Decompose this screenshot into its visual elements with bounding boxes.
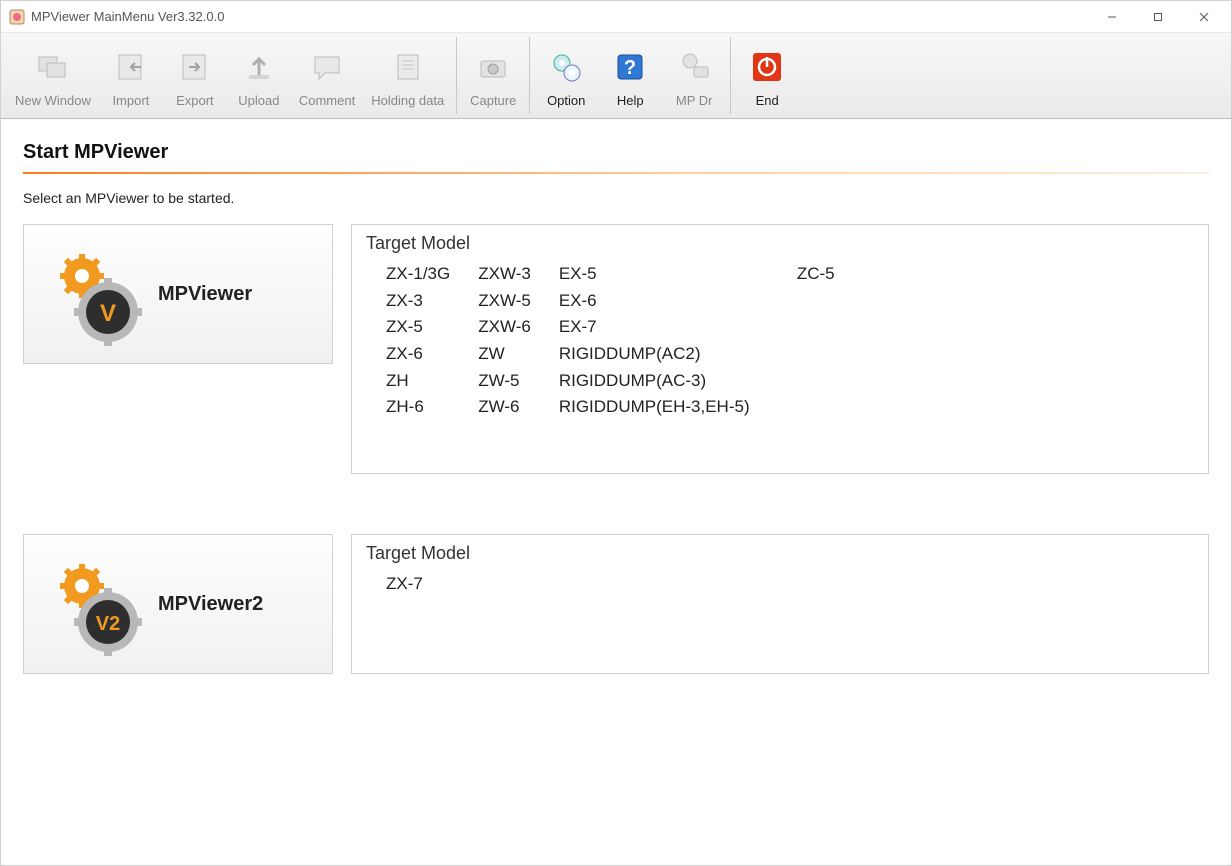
help-button[interactable]: ? Help xyxy=(598,33,662,118)
model-item: ZX-3 xyxy=(386,289,476,314)
viewer-row: V2 MPViewer2 Target Model ZX-7 xyxy=(23,534,1209,674)
model-item: ZX-7 xyxy=(386,572,449,597)
titlebar: MPViewer MainMenu Ver3.32.0.0 xyxy=(1,1,1231,33)
model-item xyxy=(797,342,861,367)
app-icon xyxy=(9,9,25,25)
end-button[interactable]: End xyxy=(735,33,799,118)
toolbar-label: MP Dr xyxy=(676,93,713,108)
svg-text:?: ? xyxy=(624,57,636,79)
model-item: EX-7 xyxy=(559,315,795,340)
toolbar-label: End xyxy=(756,93,779,108)
model-item: RIGIDDUMP(AC2) xyxy=(559,342,795,367)
model-item: ZX-1/3G xyxy=(386,262,476,287)
model-item: ZX-6 xyxy=(386,342,476,367)
window-title: MPViewer MainMenu Ver3.32.0.0 xyxy=(31,9,1089,24)
page-title: Start MPViewer xyxy=(23,141,1209,174)
power-icon xyxy=(747,47,787,87)
model-item: EX-6 xyxy=(559,289,795,314)
model-list: ZX-7 xyxy=(366,570,1194,599)
gear-icon xyxy=(546,47,586,87)
import-button[interactable]: Import xyxy=(99,33,163,118)
model-list: ZX-1/3G ZXW-3 EX-5 ZC-5 ZX-3 ZXW-5 EX-6 … xyxy=(366,260,1194,422)
model-item: ZC-5 xyxy=(797,262,861,287)
model-item: ZXW-3 xyxy=(478,262,557,287)
launcher-name: MPViewer xyxy=(158,283,252,306)
model-item: ZXW-6 xyxy=(478,315,557,340)
launcher-name: MPViewer2 xyxy=(158,593,263,616)
target-model-box: Target Model ZX-7 xyxy=(351,534,1209,674)
upload-icon xyxy=(239,47,279,87)
model-item xyxy=(797,395,861,420)
viewer-row: V MPViewer Target Model ZX-1/3G ZXW-3 EX… xyxy=(23,224,1209,474)
badge-text: V xyxy=(100,300,116,327)
help-icon: ? xyxy=(610,47,650,87)
new-window-button[interactable]: New Window xyxy=(7,33,99,118)
toolbar-label: Export xyxy=(176,93,214,108)
toolbar-label: Holding data xyxy=(371,93,444,108)
model-item: ZH-6 xyxy=(386,395,476,420)
target-model-label: Target Model xyxy=(366,543,1194,564)
toolbar: New Window Import Export Upload Comment … xyxy=(1,33,1231,119)
toolbar-label: Option xyxy=(547,93,585,108)
holding-data-icon xyxy=(388,47,428,87)
model-item: ZH xyxy=(386,369,476,394)
export-icon xyxy=(175,47,215,87)
toolbar-label: Capture xyxy=(470,93,516,108)
toolbar-label: Upload xyxy=(238,93,279,108)
comment-button[interactable]: Comment xyxy=(291,33,363,118)
upload-button[interactable]: Upload xyxy=(227,33,291,118)
model-item xyxy=(797,289,861,314)
camera-icon xyxy=(473,47,513,87)
capture-button[interactable]: Capture xyxy=(461,33,525,118)
toolbar-label: New Window xyxy=(15,93,91,108)
target-model-label: Target Model xyxy=(366,233,1194,254)
model-item: ZXW-5 xyxy=(478,289,557,314)
toolbar-label: Help xyxy=(617,93,644,108)
model-item xyxy=(797,369,861,394)
import-icon xyxy=(111,47,151,87)
model-item: RIGIDDUMP(EH-3,EH-5) xyxy=(559,395,795,420)
target-model-box: Target Model ZX-1/3G ZXW-3 EX-5 ZC-5 ZX-… xyxy=(351,224,1209,474)
model-item: ZW xyxy=(478,342,557,367)
mp-dr-button[interactable]: MP Dr xyxy=(662,33,726,118)
model-item: EX-5 xyxy=(559,262,795,287)
mpviewer-launcher[interactable]: V MPViewer xyxy=(23,224,333,364)
model-item: ZW-5 xyxy=(478,369,557,394)
comment-icon xyxy=(307,47,347,87)
new-window-icon xyxy=(33,47,73,87)
page-subtext: Select an MPViewer to be started. xyxy=(23,190,1209,206)
toolbar-label: Import xyxy=(112,93,149,108)
maximize-button[interactable] xyxy=(1135,2,1181,32)
content-area: Start MPViewer Select an MPViewer to be … xyxy=(1,119,1231,865)
mp-dr-icon xyxy=(674,47,714,87)
mpviewer2-icon: V2 xyxy=(32,544,152,664)
mpviewer2-launcher[interactable]: V2 MPViewer2 xyxy=(23,534,333,674)
model-item xyxy=(797,315,861,340)
option-button[interactable]: Option xyxy=(534,33,598,118)
minimize-button[interactable] xyxy=(1089,2,1135,32)
mpviewer-icon: V xyxy=(32,234,152,354)
toolbar-label: Comment xyxy=(299,93,355,108)
model-item: ZX-5 xyxy=(386,315,476,340)
export-button[interactable]: Export xyxy=(163,33,227,118)
badge-text: V2 xyxy=(96,613,120,635)
model-item: RIGIDDUMP(AC-3) xyxy=(559,369,795,394)
close-button[interactable] xyxy=(1181,2,1227,32)
holding-data-button[interactable]: Holding data xyxy=(363,33,452,118)
model-item: ZW-6 xyxy=(478,395,557,420)
